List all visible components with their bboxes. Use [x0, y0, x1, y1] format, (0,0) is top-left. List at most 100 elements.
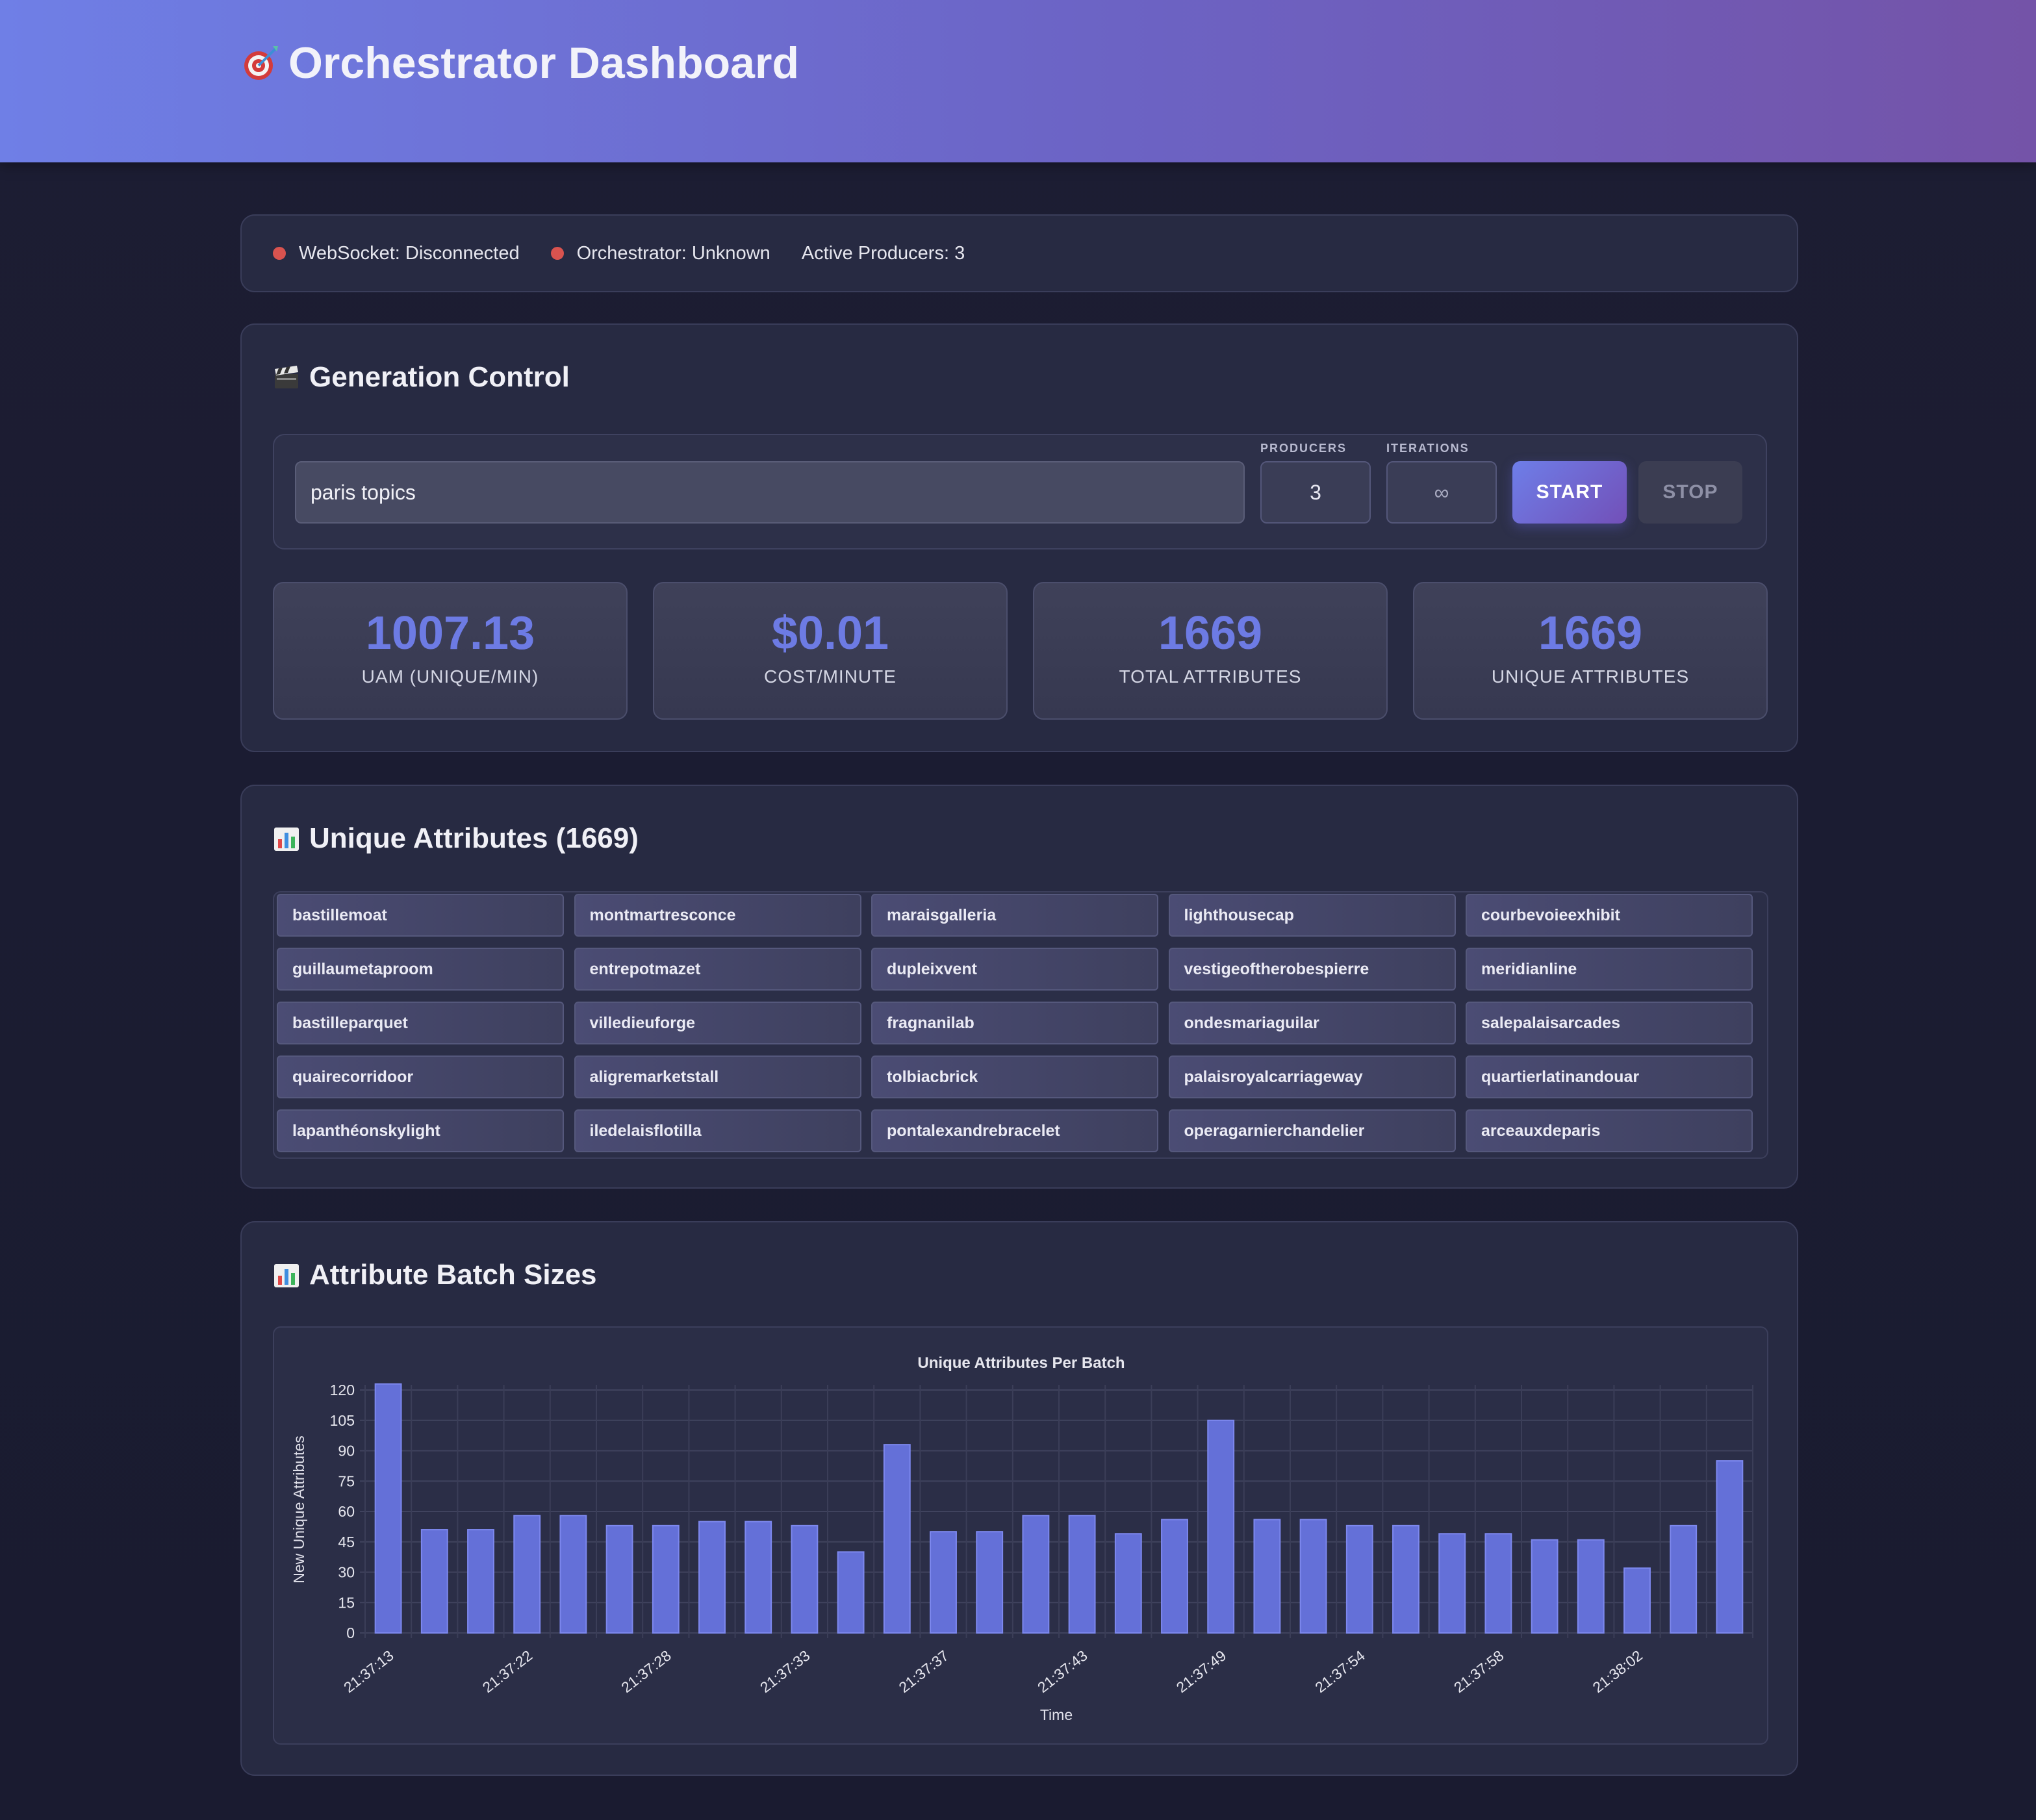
attribute-tag: tolbiacbrick [871, 1055, 1158, 1098]
status-bar: WebSocket: Disconnected Orchestrator: Un… [240, 214, 1798, 292]
dart-icon [244, 46, 278, 80]
chart-x-tick-label: 21:37:33 [757, 1647, 813, 1696]
chart-x-tick-label: 21:37:28 [618, 1647, 674, 1696]
metric-value: 1669 [1158, 607, 1263, 659]
chart-bar[interactable] [1114, 1533, 1142, 1634]
chart-bar[interactable] [1484, 1533, 1512, 1634]
attribute-tag: pontalexandrebracelet [871, 1109, 1158, 1152]
chart-bar[interactable] [1253, 1519, 1281, 1634]
chart-bar[interactable] [1207, 1419, 1235, 1634]
metric-unique-attributes: 1669 UNIQUE ATTRIBUTES [1413, 582, 1768, 720]
chart-x-tick-label: 21:37:49 [1173, 1647, 1230, 1696]
app-header: Orchestrator Dashboard [0, 0, 2036, 162]
chart-bar[interactable] [559, 1515, 587, 1634]
attribute-tag: courbevoieexhibit [1466, 894, 1753, 937]
generation-control-title: Generation Control [273, 361, 570, 394]
attribute-tag: iledelaisflotilla [574, 1109, 861, 1152]
attribute-tag: bastilleparquet [277, 1002, 564, 1044]
chart-bar[interactable] [1068, 1515, 1096, 1634]
chart-bar[interactable] [976, 1531, 1004, 1634]
metric-uam: 1007.13 UAM (UNIQUE/MIN) [273, 582, 628, 720]
chart-bar[interactable] [883, 1444, 911, 1634]
chart-bar[interactable] [513, 1515, 541, 1634]
bar-chart-icon [274, 828, 299, 851]
unique-attributes-title: Unique Attributes (1669) [273, 822, 639, 855]
chart-bar[interactable] [1392, 1524, 1419, 1634]
generation-control-panel: Generation Control PRODUCERS ITERATIONS … [240, 323, 1798, 752]
control-box: PRODUCERS ITERATIONS START STOP [273, 434, 1767, 550]
stop-button[interactable]: STOP [1638, 461, 1742, 524]
app-title: Orchestrator Dashboard [240, 38, 799, 88]
clapper-board-icon [275, 366, 298, 388]
chart-bar[interactable] [1345, 1524, 1373, 1634]
chart-bar[interactable] [605, 1524, 633, 1634]
start-button[interactable]: START [1512, 461, 1627, 524]
orchestrator-status: Orchestrator: Unknown [550, 243, 770, 264]
chart-bar[interactable] [1716, 1460, 1744, 1634]
chart-bar[interactable] [1577, 1539, 1605, 1634]
active-producers-text: Active Producers: 3 [801, 242, 965, 264]
chart-x-tick-label: 21:37:22 [479, 1647, 536, 1696]
unique-attributes-title-text: Unique Attributes (1669) [309, 822, 639, 854]
chart-bar[interactable] [1623, 1567, 1651, 1634]
chart-bar[interactable] [467, 1529, 494, 1634]
chart-bar[interactable] [1670, 1524, 1698, 1634]
chart-bar[interactable] [930, 1531, 957, 1634]
chart-bar[interactable] [1531, 1539, 1559, 1634]
attribute-tag: arceauxdeparis [1466, 1109, 1753, 1152]
chart-bar[interactable] [791, 1524, 819, 1634]
chart-y-tick-label: 15 [338, 1594, 355, 1611]
attribute-tag: vestigeoftherobespierre [1168, 948, 1456, 991]
websocket-status-dot [273, 247, 286, 260]
metric-cost: $0.01 COST/MINUTE [653, 582, 1008, 720]
chart-bar[interactable] [374, 1383, 402, 1634]
batch-size-chart: Unique Attributes Per Batch New Unique A… [290, 1354, 1753, 1723]
chart-x-tick-label: 21:37:37 [896, 1647, 952, 1696]
orchestrator-status-dot [550, 247, 564, 260]
chart-y-tick-label: 60 [338, 1503, 355, 1520]
websocket-status: WebSocket: Disconnected [273, 243, 520, 264]
attribute-tag: lighthousecap [1168, 894, 1456, 937]
metric-value: $0.01 [771, 607, 889, 659]
chart-bar[interactable] [837, 1551, 865, 1634]
metric-label: UNIQUE ATTRIBUTES [1491, 666, 1690, 687]
chart-bar[interactable] [1161, 1519, 1188, 1634]
chart-container: Unique Attributes Per Batch New Unique A… [273, 1326, 1768, 1745]
chart-y-tick-label: 45 [338, 1534, 355, 1550]
attribute-tag: quairecorridoor [277, 1055, 564, 1098]
attribute-tag: palaisroyalcarriageway [1168, 1055, 1456, 1098]
chart-x-axis-label: Time [1040, 1706, 1073, 1723]
attributes-grid[interactable]: bastillemoat montmartresconce maraisgaller… [273, 891, 1768, 1159]
chart-x-tick-label: 21:38:02 [1590, 1647, 1646, 1696]
app-title-text: Orchestrator Dashboard [288, 38, 799, 88]
iterations-input[interactable] [1386, 461, 1497, 524]
chart-title: Unique Attributes Per Batch [917, 1354, 1125, 1372]
chart-bar[interactable] [652, 1524, 680, 1634]
chart-bar[interactable] [744, 1521, 772, 1634]
attribute-tag: operagarnierchandelier [1168, 1109, 1456, 1152]
attribute-tag: maraisgalleria [871, 894, 1158, 937]
chart-bar[interactable] [698, 1521, 726, 1634]
batch-sizes-title-text: Attribute Batch Sizes [309, 1259, 597, 1291]
attribute-tag: ondesmariaguilar [1168, 1002, 1456, 1044]
chart-x-tick-label: 21:37:54 [1312, 1647, 1368, 1696]
chart-bar[interactable] [1438, 1533, 1466, 1634]
chart-bar[interactable] [1022, 1515, 1050, 1634]
metric-value: 1669 [1538, 607, 1643, 659]
attribute-tag: quartierlatinandouar [1466, 1055, 1753, 1098]
attribute-tag: bastillemoat [277, 894, 564, 937]
chart-bar[interactable] [420, 1529, 448, 1634]
batch-sizes-panel: Attribute Batch Sizes Unique Attributes … [240, 1221, 1798, 1776]
chart-x-tick-label: 21:37:13 [340, 1647, 397, 1696]
generation-control-title-text: Generation Control [309, 361, 570, 393]
producers-input[interactable] [1260, 461, 1371, 524]
chart-y-axis-label: New Unique Attributes [290, 1435, 307, 1584]
chart-bar[interactable] [1299, 1519, 1327, 1634]
metric-label: COST/MINUTE [764, 666, 897, 687]
topic-input[interactable] [295, 461, 1245, 524]
attribute-tag: meridianline [1466, 948, 1753, 991]
attribute-tag: guillaumetaproom [277, 948, 564, 991]
iterations-label: ITERATIONS [1386, 442, 1470, 455]
metric-label: TOTAL ATTRIBUTES [1119, 666, 1302, 687]
attribute-tag: montmartresconce [574, 894, 861, 937]
